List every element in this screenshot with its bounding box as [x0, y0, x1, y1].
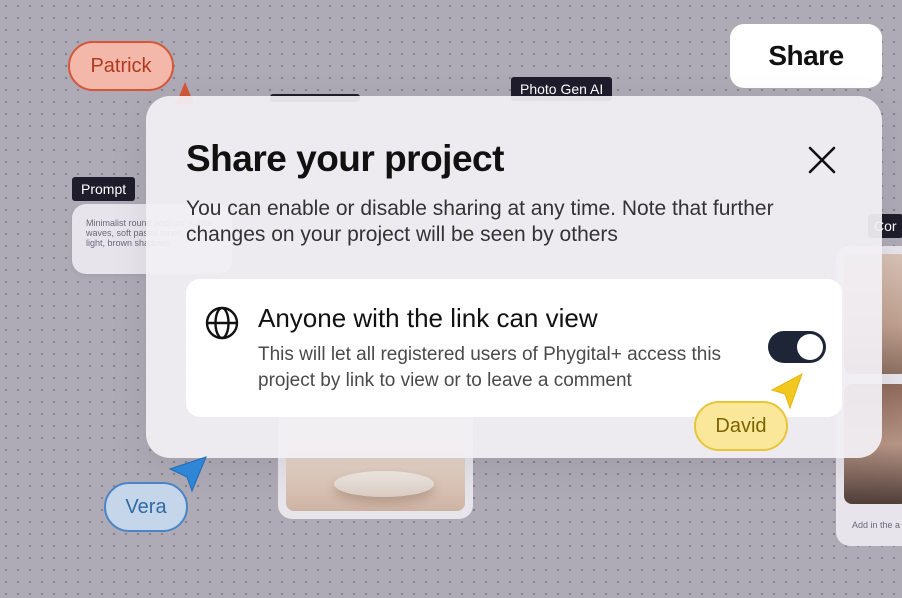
toggle-knob [797, 334, 823, 360]
david-cursor-label: David [694, 401, 788, 451]
link-sharing-toggle[interactable] [768, 331, 826, 363]
patrick-cursor-label: Patrick [68, 41, 174, 91]
link-sharing-option: Anyone with the link can view This will … [186, 279, 842, 417]
modal-title: Share your project [186, 138, 504, 179]
right-caption: Add in the a [852, 520, 901, 530]
podium-shape [334, 471, 434, 497]
option-description: This will let all registered users of Ph… [258, 344, 722, 391]
close-icon [808, 146, 836, 174]
globe-icon [205, 306, 239, 340]
prompt-tag: Prompt [72, 177, 136, 201]
share-button[interactable]: Share [730, 24, 882, 88]
vera-cursor-label: Vera [104, 482, 188, 532]
option-title: Anyone with the link can view [258, 303, 598, 333]
modal-description: You can enable or disable sharing at any… [186, 197, 774, 246]
close-button[interactable] [802, 140, 842, 180]
